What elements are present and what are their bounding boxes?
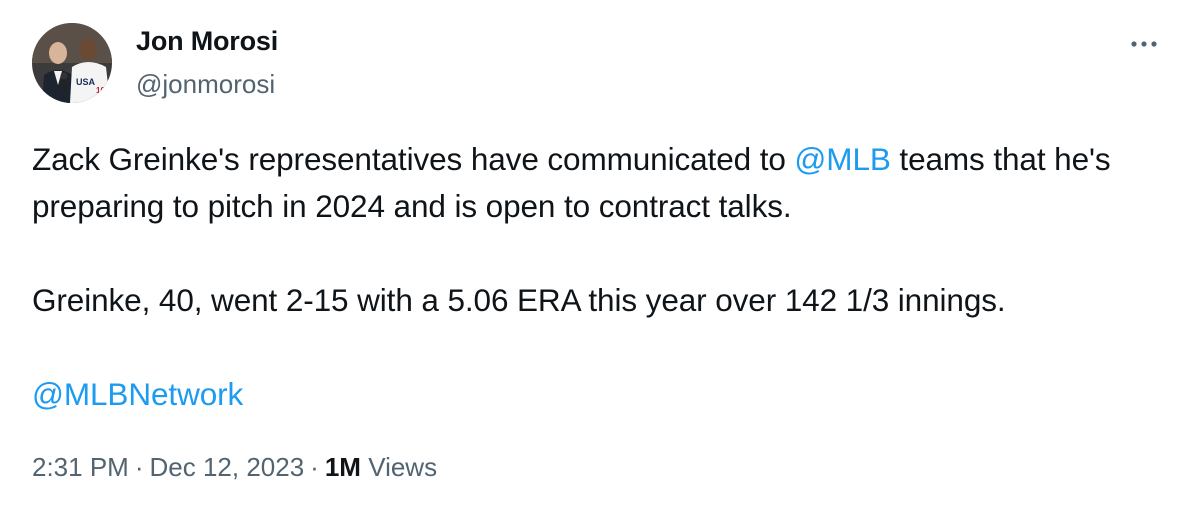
tweet-card: USA 10 Jon Morosi @jonmorosi Zack Greink… (0, 0, 1188, 508)
views-label: Views (368, 452, 438, 482)
more-options-button[interactable] (1124, 30, 1164, 58)
meta-separator: · (310, 452, 319, 482)
views-count: 1M (324, 452, 361, 482)
tweet-paragraph-2: Greinke, 40, went 2-15 with a 5.06 ERA t… (32, 282, 1006, 318)
tweet-date-link[interactable]: Dec 12, 2023 (150, 452, 305, 482)
svg-text:10: 10 (96, 86, 105, 95)
avatar-photo-icon: USA 10 (32, 23, 112, 103)
tweet-meta: 2:31 PM · Dec 12, 2023 · 1M Views (32, 452, 437, 483)
author-handle[interactable]: @jonmorosi (136, 69, 275, 100)
author-name[interactable]: Jon Morosi (136, 26, 278, 57)
meta-separator: · (134, 452, 144, 482)
avatar[interactable]: USA 10 (32, 23, 112, 103)
tweet-text: Zack Greinke's representatives have comm… (32, 136, 1172, 418)
tweet-time-link[interactable]: 2:31 PM (32, 452, 129, 482)
mention-mlb-link[interactable]: @MLB (794, 141, 890, 177)
more-horizontal-icon (1131, 41, 1157, 47)
tweet-text-part: Zack Greinke's representatives have comm… (32, 141, 795, 177)
svg-text:USA: USA (76, 77, 96, 87)
tweet-paragraph-1: Zack Greinke's representatives have comm… (32, 136, 1172, 230)
mention-mlbnetwork-link[interactable]: @MLBNetwork (32, 376, 243, 412)
tweet-paragraph-3: @MLBNetwork (32, 371, 1172, 418)
